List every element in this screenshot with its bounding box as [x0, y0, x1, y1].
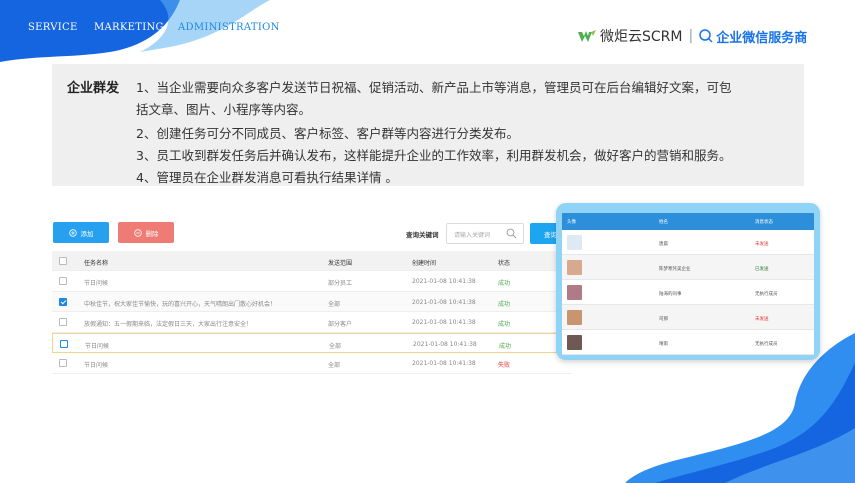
status-text: 成功 — [498, 321, 511, 328]
table-row[interactable]: 节日问候 部分员工 2021-01-08 10:41:38 成功 — [52, 271, 572, 292]
select-all-checkbox[interactable] — [59, 257, 67, 265]
result-col-avatar: 头像 — [567, 220, 576, 225]
result-row: 陈梦寒凭美企业 已发送 — [562, 255, 814, 280]
search-placeholder: 请输入关键词 — [454, 232, 491, 239]
avatar — [567, 335, 582, 350]
brand-product-name: 微炬云SCRM — [600, 29, 683, 45]
col-created-time: 创建时间 — [412, 260, 437, 267]
result-name: 陆海的同事 — [659, 292, 682, 297]
row-checkbox[interactable] — [59, 277, 67, 285]
feature-line-1-cont: 括文章、图片、小程序等内容。 — [136, 102, 312, 117]
task-name: 节日问候 — [84, 362, 109, 369]
search-icon[interactable] — [506, 228, 517, 239]
send-scope: 部分员工 — [328, 280, 353, 287]
table-row[interactable]: 节日问候 全部 2021-01-08 10:41:38 失败 — [52, 353, 572, 374]
nav-item-administration[interactable]: ADMINISTRATION — [178, 22, 280, 33]
chat-bubble-icon — [699, 29, 713, 43]
result-row: 司那 未发送 — [562, 305, 814, 330]
send-scope: 全部 — [328, 362, 341, 369]
delete-button-label: 删除 — [145, 229, 159, 238]
feature-description-panel: 企业群发 1、当企业需要向众多客户发送节日祝福、促销活动、新产品上市等消息，管理… — [52, 64, 804, 186]
add-button[interactable]: 添加 — [53, 222, 109, 243]
result-name: 晴雨 — [659, 342, 668, 347]
brand-logo-icon — [578, 30, 596, 42]
result-name: 唐晨 — [659, 242, 668, 247]
result-name: 司那 — [659, 317, 668, 322]
avatar — [567, 235, 582, 250]
avatar — [567, 285, 582, 300]
created-time: 2021-01-08 10:41:38 — [412, 319, 476, 326]
brand-logo: 微炬云SCRM | 企业微信服务商 — [578, 26, 807, 46]
status-text: 成功 — [498, 280, 511, 287]
task-name: 中秋佳节，祝大家佳节愉快，玩的喜兴开心，天气晴朗出门散心好机会！ — [84, 300, 277, 308]
status-text: 成功 — [498, 300, 511, 308]
feature-line-1: 1、当企业需要向众多客户发送节日祝福、促销活动、新产品上市等消息，管理员可在后台… — [136, 80, 732, 95]
send-scope: 全部 — [328, 300, 341, 308]
result-row: 晴雨 无执行成员 — [562, 330, 814, 355]
query-label: 查询关键词 — [406, 231, 439, 239]
plus-circle-icon — [68, 228, 77, 237]
col-task-name: 任务名称 — [84, 260, 109, 267]
result-row: 唐晨 未发送 — [562, 230, 814, 255]
col-status: 状态 — [498, 260, 511, 267]
row-checkbox[interactable] — [60, 339, 68, 348]
result-name: 陈梦寒凭美企业 — [659, 267, 691, 272]
avatar — [567, 310, 582, 325]
delete-button[interactable]: 删除 — [118, 222, 174, 243]
created-time: 2021-01-08 10:41:38 — [412, 360, 476, 367]
created-time: 2021-01-08 10:41:38 — [412, 278, 476, 285]
brand-separator: | — [688, 28, 694, 44]
brand-tagline: 企业微信服务商 — [716, 30, 808, 46]
task-name: 节日问候 — [85, 342, 110, 350]
task-name: 节日问候 — [84, 280, 109, 287]
status-text: 失败 — [498, 362, 511, 369]
minus-circle-icon — [133, 228, 142, 237]
row-checkbox[interactable] — [59, 318, 67, 326]
feature-line-4: 4、管理员在企业群发消息可看执行结果详情 。 — [136, 170, 398, 185]
result-status: 已发送 — [755, 267, 769, 272]
send-result-list: 头像 姓名 消息状态 唐晨 未发送 陈梦寒凭美企业 已发送 陆海的同事 无执行成… — [562, 213, 814, 355]
result-status: 无执行成员 — [755, 292, 778, 297]
feature-line-3: 3、员工收到群发任务后并确认发布，这样能提升企业的工作效率，利用群发机会，做好客… — [136, 148, 732, 163]
feature-title: 企业群发 — [67, 81, 120, 96]
row-checkbox[interactable] — [59, 359, 67, 367]
table-row[interactable]: 放假通知：五一假期来临，法定假日三天，大家出行注意安全！ 部分客户 2021-0… — [52, 312, 572, 333]
result-status: 未发送 — [755, 242, 769, 247]
task-table: 任务名称 发送范围 创建时间 状态 节日问候 部分员工 2021-01-08 1… — [52, 251, 572, 374]
result-status: 无执行成员 — [755, 342, 778, 347]
col-send-scope: 发送范围 — [328, 260, 353, 267]
result-row: 陆海的同事 无执行成员 — [562, 280, 814, 305]
result-header: 头像 姓名 消息状态 — [562, 213, 814, 230]
result-col-status: 消息状态 — [755, 220, 773, 225]
task-name: 放假通知：五一假期来临，法定假日三天，大家出行注意安全！ — [84, 321, 253, 328]
row-checkbox[interactable] — [59, 297, 67, 306]
created-time: 2021-01-08 10:41:38 — [412, 298, 476, 306]
search-input[interactable]: 请输入关键词 — [446, 223, 524, 244]
send-scope: 全部 — [329, 342, 342, 350]
feature-line-2: 2、创建任务可分不同成员、客户标签、客户群等内容进行分类发布。 — [136, 126, 519, 141]
result-col-name: 姓名 — [659, 220, 668, 225]
table-row[interactable]: 中秋佳节，祝大家佳节愉快，玩的喜兴开心，天气晴朗出门散心好机会！ 全部 2021… — [52, 291, 572, 312]
table-row[interactable]: 节日问候 全部 2021-01-08 10:41:38 成功 — [52, 332, 572, 353]
send-scope: 部分客户 — [328, 321, 353, 328]
created-time: 2021-01-08 10:41:38 — [413, 340, 477, 348]
add-button-label: 添加 — [80, 229, 94, 238]
nav-item-marketing[interactable]: MARKETING — [94, 22, 164, 33]
nav-item-service[interactable]: SERVICE — [28, 22, 78, 33]
send-result-card: 头像 姓名 消息状态 唐晨 未发送 陈梦寒凭美企业 已发送 陆海的同事 无执行成… — [556, 203, 820, 360]
result-status: 未发送 — [755, 317, 769, 322]
status-text: 成功 — [499, 342, 512, 350]
table-header: 任务名称 发送范围 创建时间 状态 — [52, 251, 572, 271]
avatar — [567, 260, 582, 275]
